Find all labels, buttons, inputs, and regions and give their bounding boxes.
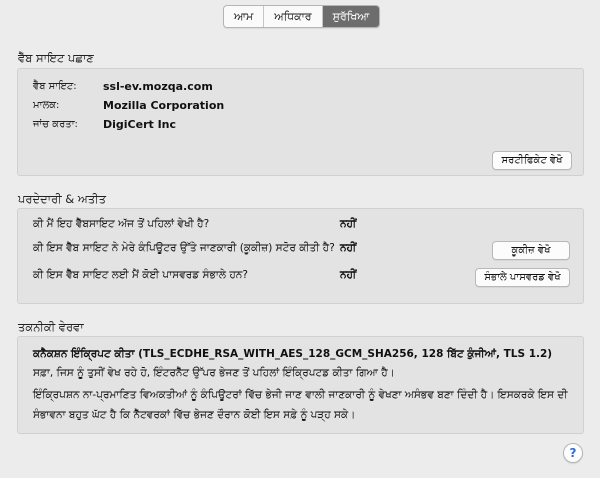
view-certificate-button[interactable]: ਸਰਟੀਫਿਕੇਟ ਵੇਖੋ — [492, 151, 572, 170]
passwords-question: ਕੀ ਇਸ ਵੈੱਬ ਸਾਇਟ ਲਈ ਮੈਂ ਕੋਈ ਪਾਸਵਰਡ ਸੰਭਾਲੇ… — [33, 269, 248, 281]
connection-encryption-text: ਕਨੈਕਸ਼ਨ ਇੰਕ੍ਰਿਪਟ ਕੀਤਾ (TLS_ECDHE_RSA_WIT… — [33, 348, 553, 360]
privacy-section-title: ਪਰਦੇਦਾਰੀ & ਅਤੀਤ — [18, 192, 107, 206]
tab-security[interactable]: ਸੁਰੱਖਿਆ — [322, 6, 380, 27]
identity-panel: ਵੈੱਬ ਸਾਇਟ: ssl-ev.mozqa.com ਮਾਲਕ: Mozill… — [17, 68, 584, 176]
website-label: ਵੈੱਬ ਸਾਇਟ: — [33, 81, 77, 92]
technical-panel: ਕਨੈਕਸ਼ਨ ਇੰਕ੍ਰਿਪਟ ਕੀਤਾ (TLS_ECDHE_RSA_WIT… — [17, 336, 584, 434]
owner-value: Mozilla Corporation — [103, 99, 225, 112]
visited-question: ਕੀ ਮੈਂ ਇਹ ਵੈੱਬਸਾਇਟ ਅੱਜ ਤੋਂ ਪਹਿਲਾਂ ਵੇਖੀ ਹ… — [33, 218, 210, 230]
verifier-value: DigiCert Inc — [103, 118, 177, 131]
encryption-explanation-text: ਇੰਕ੍ਰਿਪਸ਼ਨ ਨਾ-ਪ੍ਰਮਾਣਿਤ ਵਿਅਕਤੀਆਂ ਨੂੰ ਕੰਪਿ… — [33, 389, 568, 421]
tab-bar: ਆਮ ਅਧਿਕਾਰ ਸੁਰੱਖਿਆ — [223, 5, 381, 28]
visited-answer: ਨਹੀਂ — [340, 218, 357, 230]
verifier-label: ਜਾਂਚ ਕਰਤਾ: — [33, 119, 78, 130]
tab-general[interactable]: ਆਮ — [224, 6, 265, 27]
privacy-panel: ਕੀ ਮੈਂ ਇਹ ਵੈੱਬਸਾਇਟ ਅੱਜ ਤੋਂ ਪਹਿਲਾਂ ਵੇਖੀ ਹ… — [17, 208, 584, 304]
owner-label: ਮਾਲਕ: — [33, 100, 60, 111]
page-encrypted-text: ਸਫ਼ਾ, ਜਿਸ ਨੂੰ ਤੁਸੀਂ ਵੇਖ ਰਹੇ ਹੋ, ਇੰਟਰਨੈੱਟ… — [33, 367, 395, 379]
cookies-answer: ਨਹੀਂ — [340, 242, 357, 254]
cookies-question: ਕੀ ਇਸ ਵੈੱਬ ਸਾਇਟ ਨੇ ਮੇਰੇ ਕੰਪਿਊਟਰ ਉੱਤੇ ਜਾਣ… — [33, 242, 335, 254]
view-saved-passwords-button[interactable]: ਸੰਭਾਲੇ ਪਾਸਵਰਡ ਵੇਖੋ — [475, 268, 570, 287]
identity-section-title: ਵੈੱਬ ਸਾਇਟ ਪਛਾਣ — [18, 51, 94, 65]
technical-section-title: ਤਕਨੀਕੀ ਵੇਰਵਾ — [18, 320, 84, 334]
passwords-answer: ਨਹੀਂ — [340, 269, 357, 281]
tab-permissions[interactable]: ਅਧਿਕਾਰ — [264, 6, 323, 27]
view-cookies-button[interactable]: ਕੂਕੀਜ਼ ਵੇਖੋ — [492, 241, 570, 260]
help-button[interactable]: ? — [563, 443, 583, 463]
website-value: ssl-ev.mozqa.com — [103, 80, 213, 93]
